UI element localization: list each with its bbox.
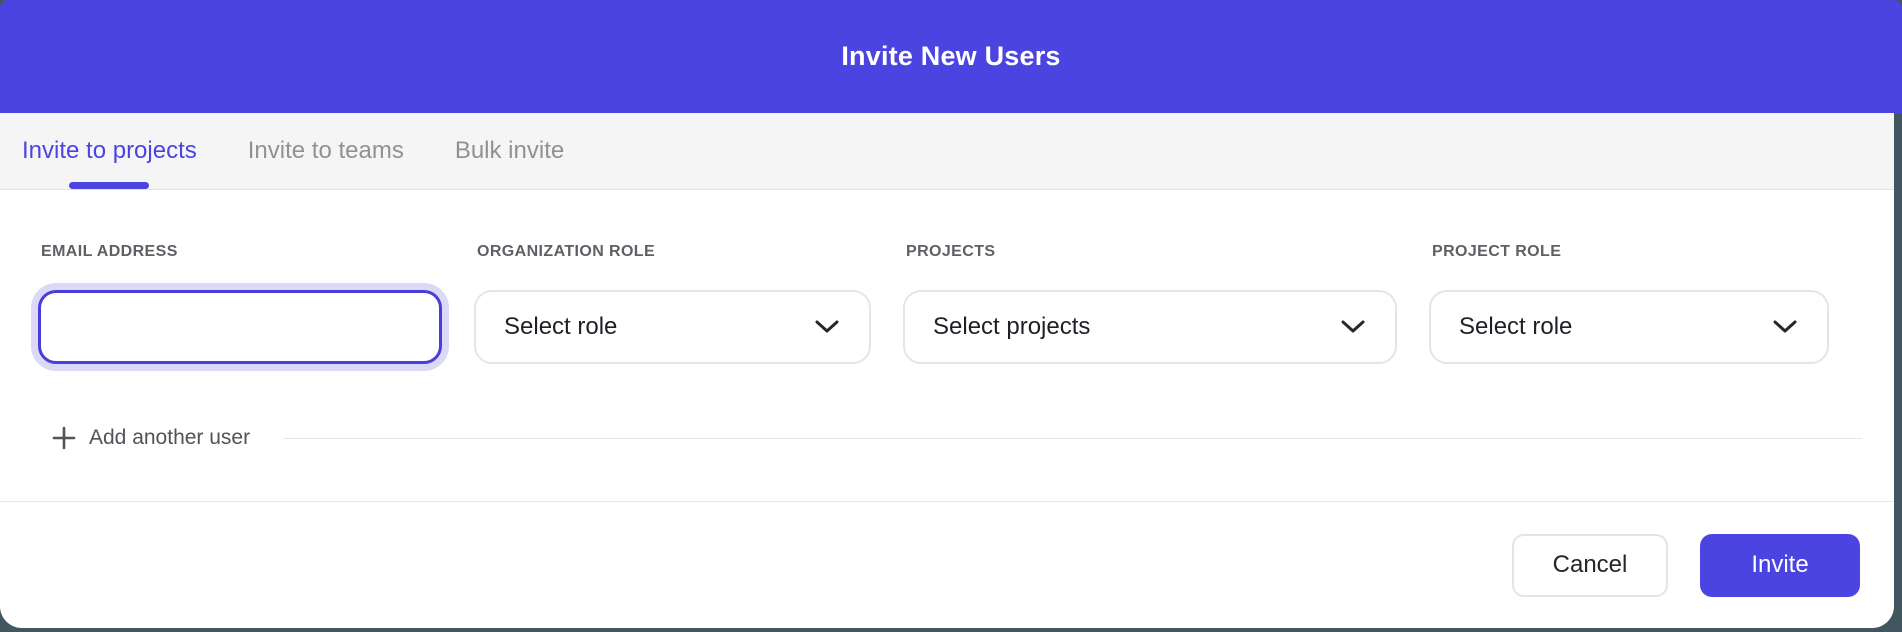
chevron-down-icon [1773, 320, 1797, 334]
chevron-down-icon [815, 320, 839, 334]
add-another-user-row: Add another user [38, 424, 1894, 452]
dialog-title: Invite New Users [841, 41, 1060, 72]
plus-icon [51, 425, 77, 451]
active-tab-underline [69, 182, 149, 189]
projects-select[interactable]: Select projects [903, 290, 1397, 364]
project-role-label: PROJECT ROLE [1429, 244, 1829, 260]
invite-form: EMAIL ADDRESS ORGANIZATION ROLE Select r… [0, 190, 1894, 452]
tab-invite-to-teams[interactable]: Invite to teams [248, 113, 404, 189]
tab-label: Invite to teams [248, 137, 404, 165]
email-address-label: EMAIL ADDRESS [38, 244, 442, 260]
organization-role-value: Select role [504, 313, 617, 341]
organization-role-label: ORGANIZATION ROLE [474, 244, 871, 260]
tab-label: Invite to projects [22, 137, 197, 165]
row-divider [284, 438, 1862, 439]
project-role-select[interactable]: Select role [1429, 290, 1829, 364]
dialog-footer: Cancel Invite [0, 501, 1894, 628]
project-role-value: Select role [1459, 313, 1572, 341]
dialog-body: Invite to projects Invite to teams Bulk … [0, 113, 1894, 628]
tab-bar: Invite to projects Invite to teams Bulk … [0, 113, 1894, 190]
dialog-header: Invite New Users [0, 0, 1902, 113]
tab-bulk-invite[interactable]: Bulk invite [455, 113, 564, 189]
projects-column: PROJECTS Select projects [903, 244, 1397, 364]
project-role-column: PROJECT ROLE Select role [1429, 244, 1829, 364]
chevron-down-icon [1341, 320, 1365, 334]
organization-role-column: ORGANIZATION ROLE Select role [474, 244, 871, 364]
email-input[interactable] [38, 290, 442, 364]
add-another-user-button[interactable]: Add another user [89, 426, 250, 450]
invite-button[interactable]: Invite [1700, 534, 1860, 597]
tab-invite-to-projects[interactable]: Invite to projects [22, 113, 197, 189]
organization-role-select[interactable]: Select role [474, 290, 871, 364]
cancel-button[interactable]: Cancel [1512, 534, 1668, 597]
email-column: EMAIL ADDRESS [38, 244, 442, 364]
projects-label: PROJECTS [903, 244, 1397, 260]
user-row: EMAIL ADDRESS ORGANIZATION ROLE Select r… [38, 244, 1894, 364]
tab-label: Bulk invite [455, 137, 564, 165]
projects-value: Select projects [933, 313, 1090, 341]
